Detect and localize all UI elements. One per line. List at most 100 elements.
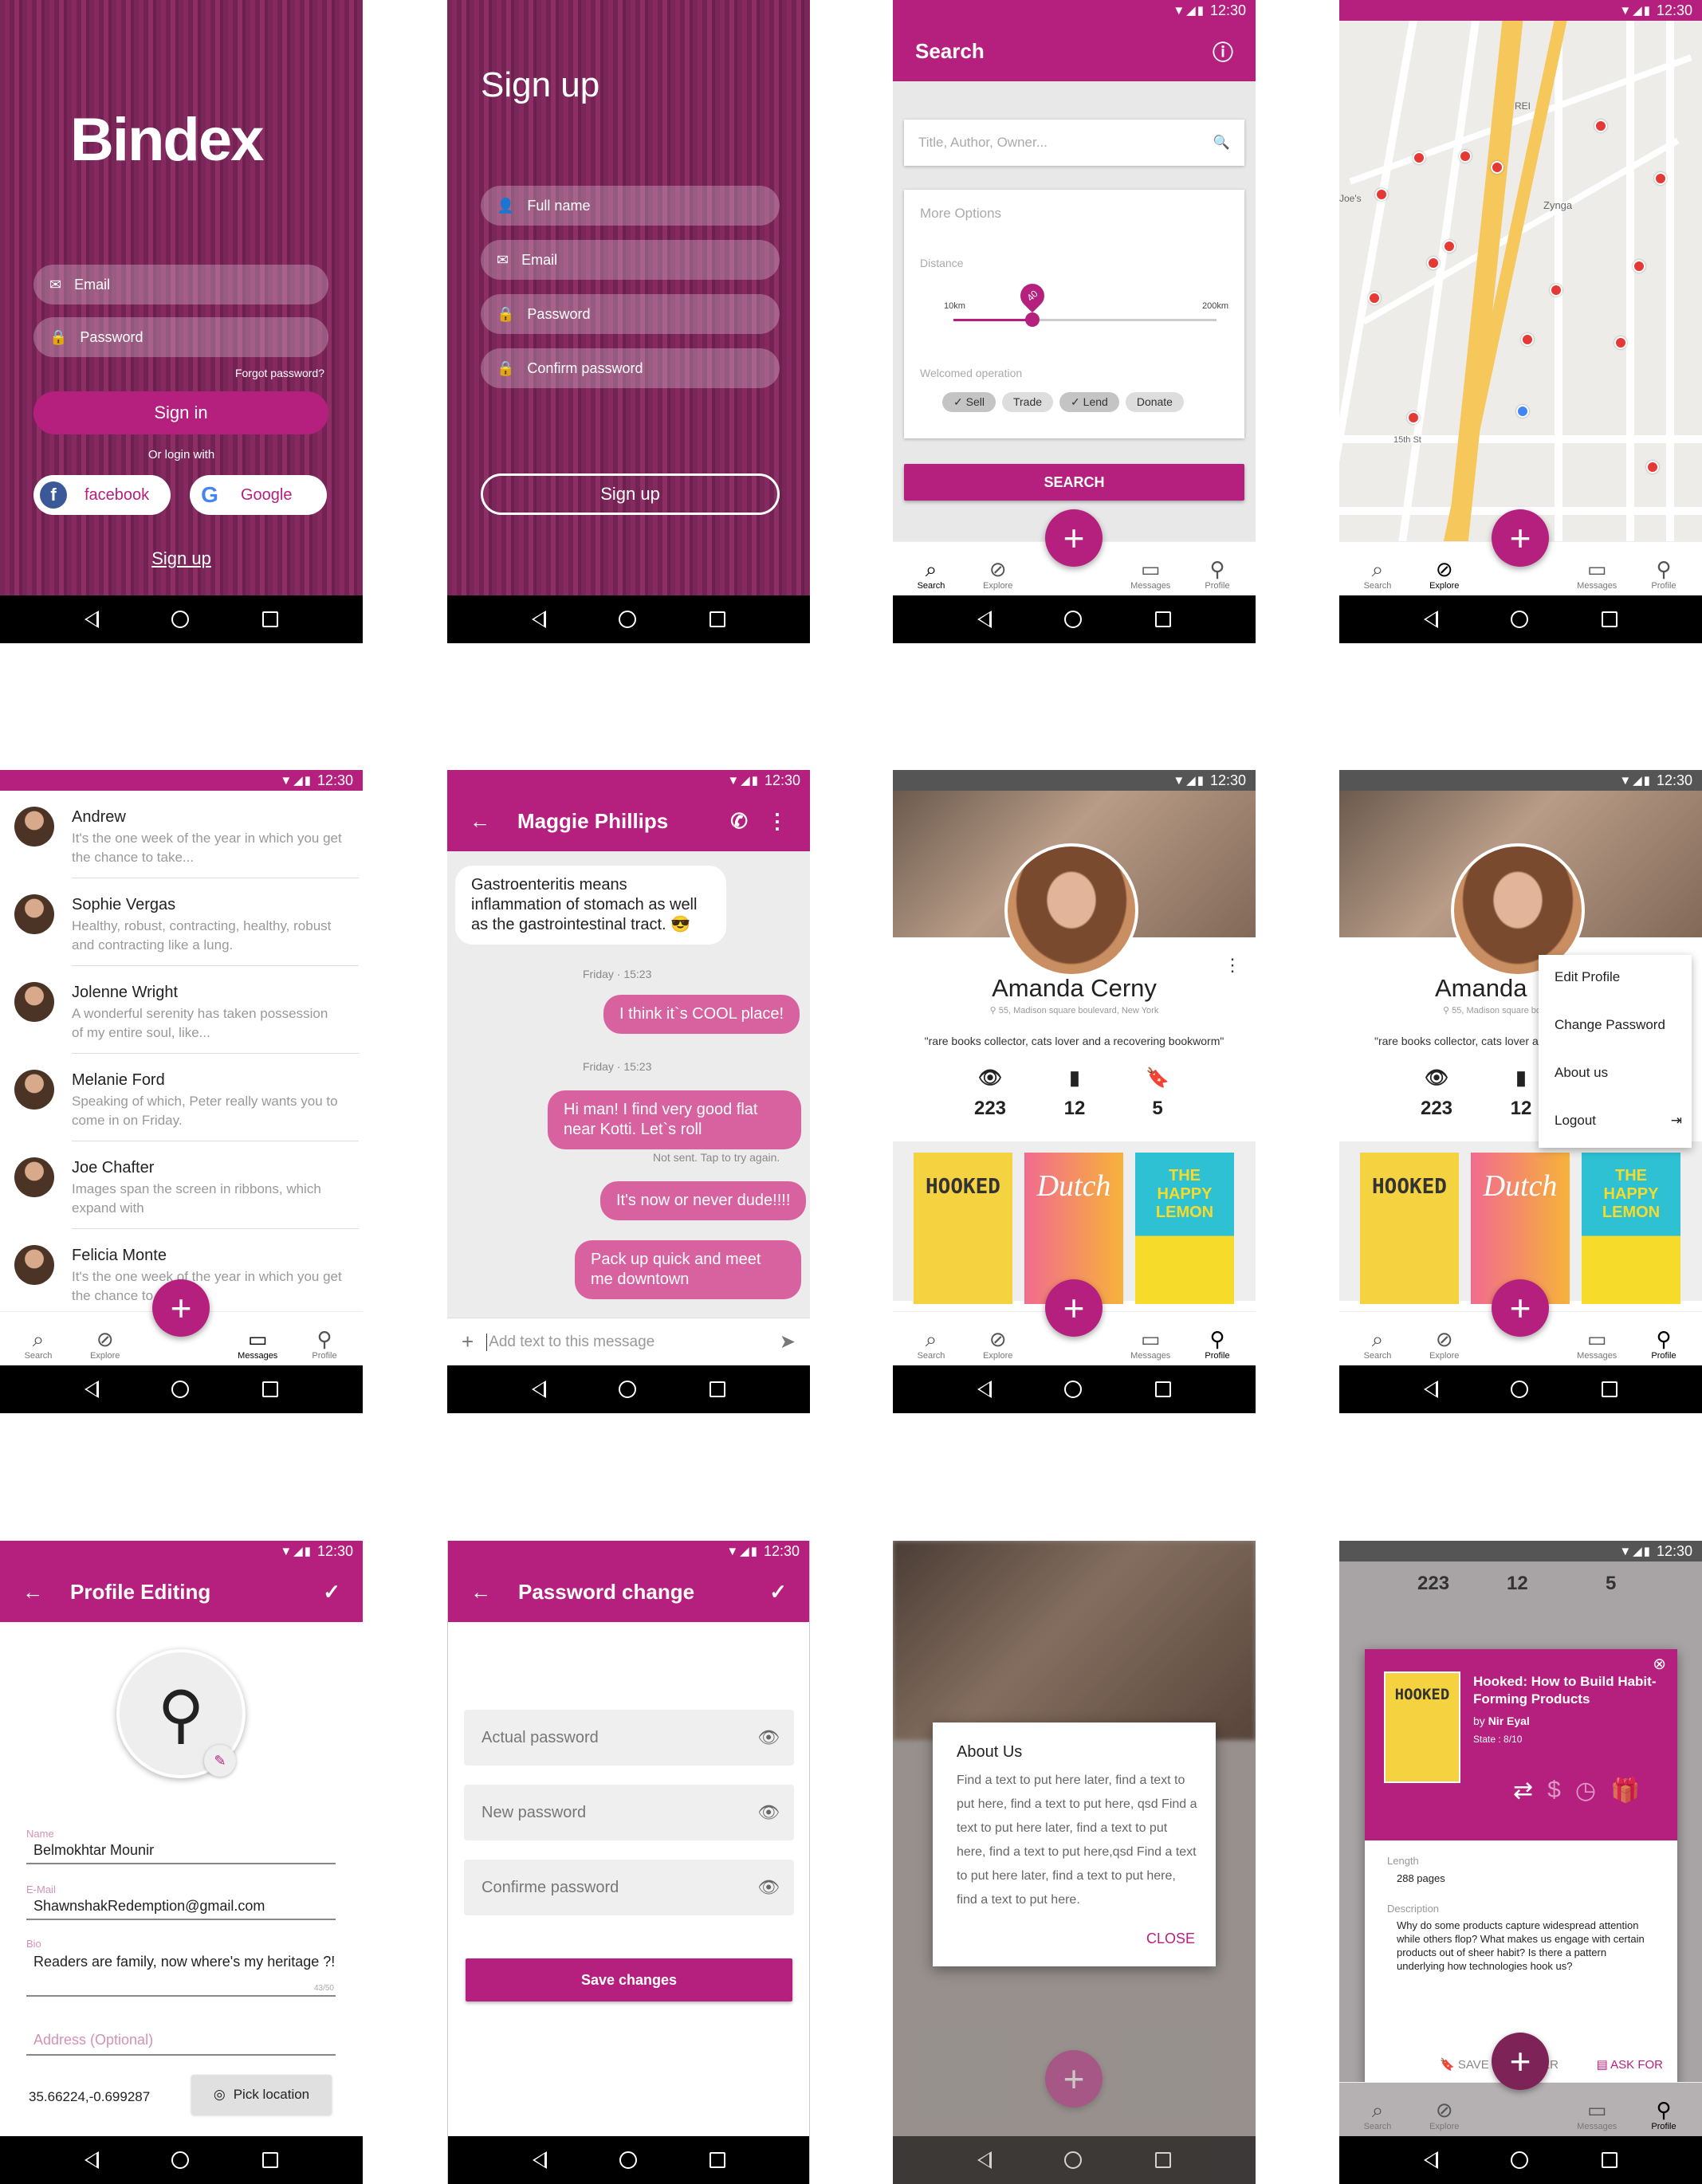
book-cover-hooked[interactable]: HOOKED	[1360, 1153, 1459, 1304]
pick-location-button[interactable]: ◎ Pick location	[191, 2075, 332, 2115]
add-button[interactable]: +	[1492, 509, 1549, 567]
nav-explore[interactable]: ⊘ Explore	[976, 1327, 1020, 1365]
book-pin[interactable]	[1491, 161, 1503, 174]
back-icon[interactable]	[1423, 2151, 1438, 2169]
confirm-password-input[interactable]: Confirme password 👁	[464, 1860, 794, 1915]
chip-lend[interactable]: ✓ Lend	[1059, 392, 1119, 412]
email-input[interactable]: ✉ Email	[481, 240, 780, 280]
signin-button[interactable]: Sign in	[33, 391, 328, 434]
name-field[interactable]: Belmokhtar Mounir	[33, 1842, 154, 1859]
home-icon[interactable]	[619, 611, 637, 628]
distance-slider[interactable]: 40	[953, 278, 1217, 327]
trade-icon[interactable]: ⇄	[1513, 1777, 1533, 1805]
recents-icon[interactable]	[1602, 1381, 1618, 1397]
home-icon[interactable]	[1511, 1381, 1529, 1398]
home-icon[interactable]	[1064, 2151, 1083, 2169]
book-pin[interactable]	[1654, 172, 1667, 185]
chip-trade[interactable]: Trade	[1001, 392, 1054, 412]
back-icon[interactable]	[977, 1381, 992, 1398]
back-icon[interactable]	[84, 1381, 99, 1398]
actual-password-input[interactable]: Actual password 👁	[464, 1710, 794, 1766]
back-icon[interactable]	[977, 611, 992, 628]
save-changes-button[interactable]: Save changes	[466, 1958, 792, 2001]
eye-icon[interactable]: 👁	[757, 1802, 780, 1823]
not-sent-notice[interactable]: Not sent. Tap to try again.	[653, 1151, 780, 1164]
password-input[interactable]: 🔒 Password	[33, 317, 328, 357]
home-icon[interactable]	[619, 2151, 637, 2169]
recents-icon[interactable]	[1602, 2152, 1618, 2168]
check-icon[interactable]: ✓	[323, 1580, 340, 1605]
send-icon[interactable]: ➤	[780, 1330, 796, 1353]
signup-button[interactable]: Sign up	[481, 473, 780, 515]
eye-icon[interactable]: 👁	[757, 1877, 780, 1898]
book-pin[interactable]	[1614, 336, 1627, 349]
add-button[interactable]: +	[152, 1279, 210, 1337]
address-field[interactable]: Address (Optional)	[33, 2032, 153, 2048]
home-icon[interactable]	[1511, 2151, 1529, 2169]
nav-search[interactable]: ⌕ Search	[16, 1327, 61, 1365]
back-icon[interactable]	[531, 611, 546, 628]
confirm-password-input[interactable]: 🔒 Confirm password	[481, 348, 780, 388]
signup-link[interactable]: Sign up	[0, 548, 363, 569]
home-icon[interactable]	[619, 1381, 637, 1398]
back-icon[interactable]	[84, 611, 99, 628]
forgot-password-link[interactable]: Forgot password?	[235, 367, 324, 379]
add-button[interactable]: +	[1045, 1279, 1103, 1337]
bio-field[interactable]: Readers are family, now where's my herit…	[33, 1952, 336, 1971]
ask-for-button[interactable]: ▤ ASK FOR	[1597, 2057, 1663, 2072]
nav-explore[interactable]: ⊘ Explore	[1422, 1327, 1467, 1365]
nav-messages[interactable]: ▭ Messages	[1128, 557, 1173, 595]
fullname-input[interactable]: 👤 Full name	[481, 186, 780, 226]
edit-avatar-icon[interactable]: ✎	[204, 1745, 236, 1777]
nav-search[interactable]: ⌕ Search	[1355, 557, 1400, 595]
menu-edit-profile[interactable]: Edit Profile	[1555, 969, 1620, 985]
close-circle-icon[interactable]: ⊗	[1653, 1654, 1666, 1674]
book-pin[interactable]	[1427, 257, 1440, 269]
email-input[interactable]: ✉ Email	[33, 265, 328, 304]
book-pin[interactable]	[1594, 120, 1607, 132]
lend-icon[interactable]: ◷	[1575, 1777, 1596, 1805]
info-icon[interactable]: ⓘ	[1213, 37, 1233, 66]
book-pin[interactable]	[1375, 188, 1388, 201]
nav-explore[interactable]: ⊘ Explore	[1422, 2098, 1467, 2136]
chip-sell[interactable]: ✓ Sell	[942, 392, 996, 412]
recents-icon[interactable]	[709, 1381, 726, 1397]
add-button[interactable]: +	[1492, 2033, 1549, 2090]
book-cover-hooked[interactable]: HOOKED	[914, 1153, 1012, 1304]
map-view[interactable]: Zynga REI Joe's 15th St	[1339, 21, 1702, 543]
add-icon[interactable]: +	[462, 1330, 474, 1354]
book-cover-lemon[interactable]: THE HAPPY LEMON	[1582, 1153, 1680, 1304]
home-icon[interactable]	[1064, 611, 1083, 628]
recents-icon[interactable]	[1155, 611, 1172, 627]
nav-search[interactable]: ⌕ Search	[1355, 2098, 1400, 2136]
add-button[interactable]: +	[1492, 1279, 1549, 1337]
list-item[interactable]: Melanie Ford Speaking of which, Peter rea…	[0, 1054, 363, 1141]
nav-profile[interactable]: ⚲ Profile	[1641, 1327, 1686, 1365]
back-icon[interactable]	[1423, 611, 1438, 628]
book-pin[interactable]	[1646, 461, 1659, 473]
book-pin[interactable]	[1521, 333, 1534, 346]
more-vert-icon[interactable]: ⋮	[1224, 955, 1241, 976]
nav-messages[interactable]: ▭ Messages	[1574, 557, 1619, 595]
nav-explore[interactable]: ⊘ Explore	[83, 1327, 128, 1365]
nav-profile[interactable]: ⚲ Profile	[1641, 557, 1686, 595]
add-button[interactable]: +	[1045, 509, 1103, 567]
home-icon[interactable]	[1511, 611, 1529, 628]
book-pin[interactable]	[1413, 151, 1425, 164]
book-pin[interactable]	[1633, 260, 1645, 273]
recents-icon[interactable]	[1602, 611, 1618, 627]
menu-change-password[interactable]: Change Password	[1555, 1017, 1665, 1033]
back-arrow-icon[interactable]: ←	[470, 809, 490, 834]
google-button[interactable]: G Google	[190, 475, 327, 515]
book-cover-lemon[interactable]: THE HAPPY LEMON	[1135, 1153, 1234, 1304]
slider-thumb[interactable]	[1025, 312, 1040, 327]
nav-search[interactable]: ⌕ Search	[909, 557, 953, 595]
back-icon[interactable]	[84, 2151, 99, 2169]
nav-messages[interactable]: ▭ Messages	[1574, 1327, 1619, 1365]
book-pin[interactable]	[1443, 240, 1456, 253]
chip-donate[interactable]: Donate	[1125, 392, 1184, 412]
nav-messages[interactable]: ▭ Messages	[235, 1327, 280, 1365]
back-icon[interactable]	[977, 2151, 992, 2169]
sell-icon[interactable]: $	[1547, 1777, 1561, 1805]
donate-icon[interactable]: 🎁	[1610, 1777, 1640, 1805]
